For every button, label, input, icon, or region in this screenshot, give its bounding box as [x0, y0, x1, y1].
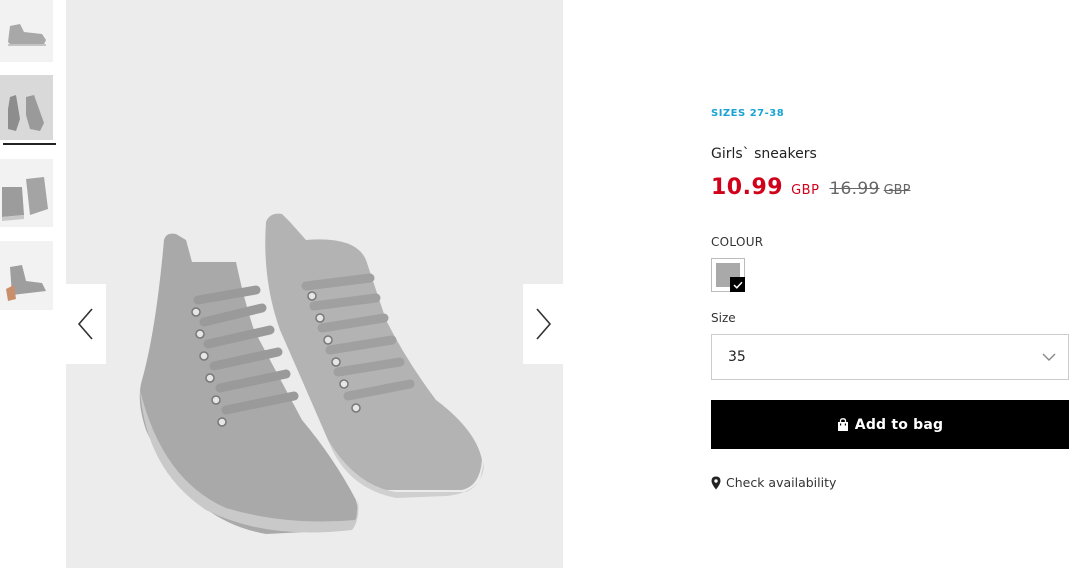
chevron-left-icon: [77, 308, 93, 340]
add-to-bag-button[interactable]: Add to bag: [711, 400, 1069, 449]
original-price-currency: GBP: [883, 183, 911, 198]
thumbnail-2[interactable]: [0, 75, 53, 140]
colour-label: COLOUR: [711, 235, 764, 249]
product-title: Girls` sneakers: [711, 146, 817, 162]
sizes-tag: SIZES 27-38: [711, 108, 785, 119]
thumbnail-shoe-image: [0, 241, 53, 310]
shopping-bag-icon: [837, 418, 848, 431]
next-image-button[interactable]: [523, 284, 563, 364]
thumbnail-4[interactable]: [0, 241, 53, 310]
chevron-right-icon: [536, 308, 552, 340]
size-label: Size: [711, 311, 736, 325]
check-availability-link[interactable]: Check availability: [711, 475, 836, 490]
thumbnail-1[interactable]: [0, 0, 53, 62]
product-main-image: [66, 0, 563, 568]
sale-price-currency: GBP: [791, 183, 820, 198]
sneakers-photo: [66, 0, 563, 568]
size-dropdown[interactable]: 35: [711, 334, 1069, 380]
thumbnail-shoe-image: [0, 75, 53, 140]
colour-swatch-grey[interactable]: [711, 258, 745, 292]
thumbnail-shoe-image: [0, 0, 53, 62]
check-availability-label: Check availability: [726, 475, 837, 490]
location-pin-icon: [711, 476, 721, 489]
check-icon: [730, 277, 745, 292]
product-page: SIZES 27-38 Girls` sneakers 10.99 GBP 16…: [0, 0, 1069, 568]
price-row: 10.99 GBP 16.99 GBP: [711, 175, 910, 200]
sale-price: 10.99: [711, 175, 784, 200]
selected-thumbnail-indicator: [3, 143, 56, 145]
thumbnail-3[interactable]: [0, 159, 53, 227]
previous-image-button[interactable]: [66, 284, 106, 364]
original-price: 16.99: [829, 179, 880, 199]
size-selected-value: 35: [728, 349, 746, 365]
add-to-bag-label: Add to bag: [854, 416, 944, 433]
thumbnail-shoe-image: [0, 159, 53, 227]
chevron-down-icon: [1042, 353, 1056, 361]
